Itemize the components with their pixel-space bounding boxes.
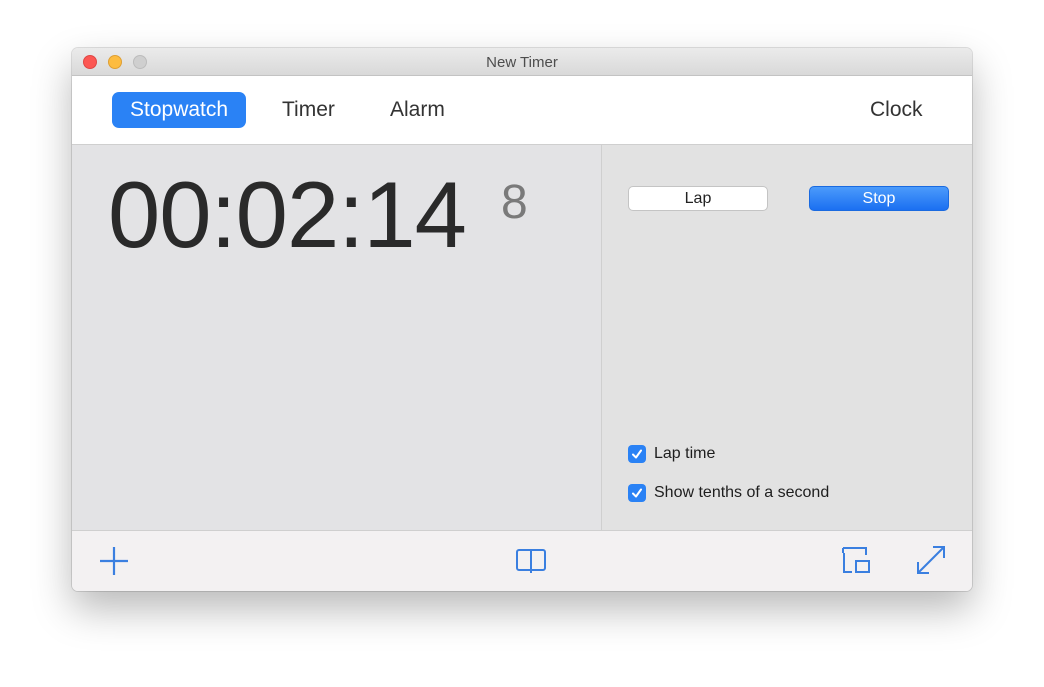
stop-button[interactable]: Stop [809,186,949,211]
show-tenths-option[interactable]: Show tenths of a second [628,483,829,503]
tab-alarm[interactable]: Alarm [372,92,463,128]
app-window: New Timer Stopwatch Timer Alarm Clock 00… [72,48,972,591]
tab-clock[interactable]: Clock [852,92,941,128]
plus-icon[interactable] [98,545,130,577]
checkmark-icon [632,488,642,498]
show-tenths-label: Show tenths of a second [654,484,830,501]
lap-time-label: Lap time [654,445,716,462]
book-icon[interactable] [515,546,547,576]
stopwatch-controls-pane: Lap Stop Lap time Show tenths of a secon… [602,145,972,530]
show-tenths-checkbox[interactable] [628,484,646,502]
tab-timer[interactable]: Timer [264,92,353,128]
stopwatch-display-pane: 00:02:14 8 [72,145,602,530]
title-bar[interactable]: New Timer [72,48,972,76]
bottom-toolbar [72,530,972,591]
elapsed-tenths: 8 [501,176,528,229]
mode-tab-bar: Stopwatch Timer Alarm Clock [72,76,972,145]
lap-time-option[interactable]: Lap time [628,444,715,464]
checkmark-icon [632,449,642,459]
fullscreen-icon[interactable] [914,543,948,577]
elapsed-time: 00:02:14 [108,162,467,267]
lap-button[interactable]: Lap [628,186,768,211]
tab-stopwatch[interactable]: Stopwatch [112,92,247,128]
picture-in-picture-icon[interactable] [840,545,874,577]
lap-time-checkbox[interactable] [628,445,646,463]
window-title: New Timer [486,54,558,71]
